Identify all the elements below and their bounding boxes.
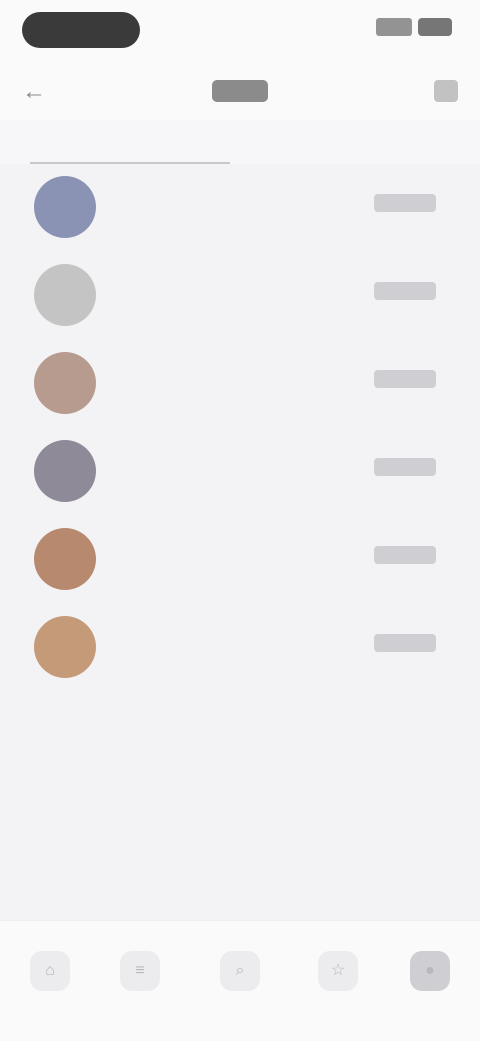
tabbar-profile[interactable]: ● [410, 951, 450, 991]
battery-icon [418, 18, 452, 36]
item-amount [374, 546, 436, 564]
more-icon[interactable] [434, 80, 458, 102]
profile-icon: ● [425, 962, 435, 979]
item-amount [374, 458, 436, 476]
tabbar-star[interactable]: ☆ [318, 951, 358, 991]
list-item[interactable] [0, 604, 480, 692]
back-icon[interactable]: ← [22, 78, 46, 106]
status-bar [0, 0, 480, 64]
list-icon: ≡ [135, 962, 145, 979]
avatar [34, 264, 96, 326]
list-item[interactable] [0, 340, 480, 428]
bottom-tabbar: ⌂ ≡ ⌕ ☆ ● [0, 920, 480, 1041]
avatar [34, 440, 96, 502]
star-icon: ☆ [330, 962, 346, 979]
list-item[interactable] [0, 164, 480, 252]
tabbar-list[interactable]: ≡ [120, 951, 160, 991]
tabbar-search[interactable]: ⌕ [220, 951, 260, 991]
signal-icon [376, 18, 412, 36]
avatar [34, 176, 96, 238]
top-navbar: ← [0, 64, 480, 120]
home-icon: ⌂ [45, 962, 55, 979]
list-item[interactable] [0, 516, 480, 604]
tabbar-home[interactable]: ⌂ [30, 951, 70, 991]
search-icon: ⌕ [235, 962, 245, 979]
list-item[interactable] [0, 252, 480, 340]
avatar [34, 352, 96, 414]
status-pill [22, 12, 140, 48]
item-amount [374, 370, 436, 388]
tabs [0, 120, 480, 164]
item-amount [374, 194, 436, 212]
list-item[interactable] [0, 428, 480, 516]
avatar [34, 528, 96, 590]
status-icons [376, 18, 452, 36]
item-amount [374, 282, 436, 300]
page-title [212, 80, 268, 102]
avatar [34, 616, 96, 678]
list [0, 164, 480, 692]
info-section [24, 712, 454, 728]
item-amount [374, 634, 436, 652]
